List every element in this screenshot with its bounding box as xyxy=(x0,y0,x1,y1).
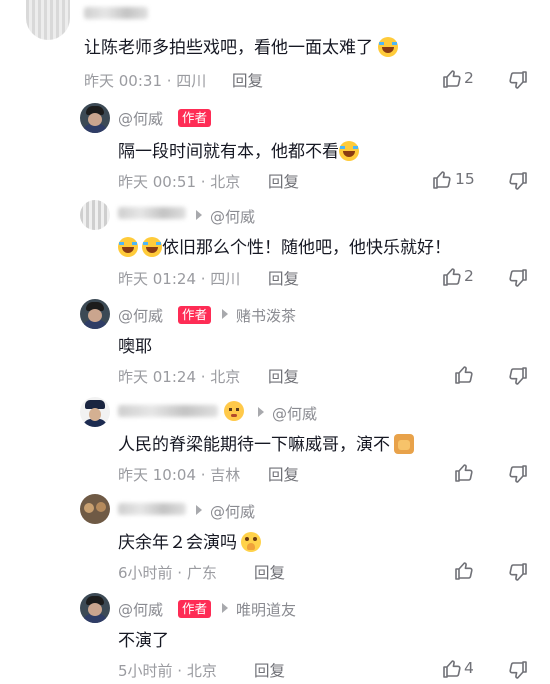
avatar[interactable] xyxy=(80,200,110,230)
reply-button[interactable]: 回复 xyxy=(268,267,299,289)
comment-text: 隔一段时间就有本，他都不看 xyxy=(118,137,359,162)
thumbs-down-icon[interactable] xyxy=(508,464,528,484)
reply-button[interactable]: 回复 xyxy=(268,463,299,485)
reply-target[interactable]: @何威 xyxy=(210,206,255,227)
thumbs-up-icon[interactable] xyxy=(454,463,474,483)
avatar[interactable] xyxy=(80,103,110,133)
author-badge: 作者 xyxy=(178,306,212,324)
comment-meta: 昨天 01:24 · 四川 xyxy=(118,270,241,288)
thumbs-up-icon[interactable] xyxy=(442,659,462,679)
like-count: 2 xyxy=(464,69,474,87)
comment-text: 让陈老师多拍些戏吧，看他一面太难了 xyxy=(84,33,399,58)
reply-button[interactable]: 回复 xyxy=(232,69,263,91)
comment-meta: 5小时前 · 北京 xyxy=(118,662,217,680)
reply-target[interactable]: 唯明道友 xyxy=(236,599,296,620)
thumbs-down-icon[interactable] xyxy=(508,268,528,288)
comment-text: 人民的脊梁能期待一下嘛威哥，演不 xyxy=(118,430,414,455)
username-blurred[interactable] xyxy=(118,207,186,219)
reply-button[interactable]: 回复 xyxy=(254,561,285,583)
reply-target[interactable]: @何威 xyxy=(210,501,255,522)
reply-button[interactable]: 回复 xyxy=(268,170,299,192)
comment-text: 不演了 xyxy=(118,631,169,651)
author-badge: 作者 xyxy=(178,109,212,127)
comment-text: 依旧那么个性！随他吧，他快乐就好！ xyxy=(118,233,451,258)
comment-meta: 6小时前 · 广东 xyxy=(118,564,217,582)
reply-arrow-icon xyxy=(196,210,202,220)
face-emoji-icon xyxy=(224,401,244,421)
reply-target[interactable]: 赌书泼茶 xyxy=(236,305,296,326)
reply-arrow-icon xyxy=(222,309,228,319)
username-blurred[interactable] xyxy=(118,503,186,515)
comment-meta: 昨天 00:51 · 北京 xyxy=(118,173,241,191)
username-blurred[interactable] xyxy=(118,405,218,417)
reply-button[interactable]: 回复 xyxy=(254,659,285,681)
thumbs-up-icon[interactable] xyxy=(454,561,474,581)
avatar[interactable] xyxy=(26,0,70,40)
author-badge: 作者 xyxy=(178,600,212,618)
avatar[interactable] xyxy=(80,494,110,524)
thumbs-down-icon[interactable] xyxy=(508,171,528,191)
like-count: 15 xyxy=(455,170,475,188)
like-count: 4 xyxy=(464,659,474,677)
thumbs-down-icon[interactable] xyxy=(508,660,528,680)
thumbs-up-icon[interactable] xyxy=(442,267,462,287)
username[interactable]: @何威 xyxy=(118,305,163,326)
comment-meta: 昨天 01:24 · 北京 xyxy=(118,368,241,386)
reply-arrow-icon xyxy=(196,505,202,515)
comment-meta: 昨天 10:04 · 吉林 xyxy=(118,466,241,484)
reply-target[interactable]: @何威 xyxy=(272,403,317,424)
laugh-cry-emoji-icon xyxy=(118,237,138,257)
comment-text: 噢耶 xyxy=(118,337,152,357)
thumbs-down-icon[interactable] xyxy=(508,70,528,90)
comment-meta: 昨天 00:31 · 四川 xyxy=(84,72,207,90)
laugh-cry-emoji-icon xyxy=(142,237,162,257)
avatar[interactable] xyxy=(80,397,110,427)
username[interactable]: @何威 xyxy=(118,599,163,620)
laugh-cry-emoji-icon xyxy=(378,37,399,57)
avatar[interactable] xyxy=(80,299,110,329)
avatar[interactable] xyxy=(80,593,110,623)
thumbs-up-icon[interactable] xyxy=(442,69,462,89)
reply-arrow-icon xyxy=(258,407,264,417)
username-blurred[interactable] xyxy=(84,7,148,19)
thumbs-up-icon[interactable] xyxy=(454,365,474,385)
like-count: 2 xyxy=(464,267,474,285)
laugh-cry-emoji-icon xyxy=(339,141,359,161)
pleading-face-emoji-icon xyxy=(241,532,261,552)
comment-text: 庆余年２会演吗 xyxy=(118,528,261,553)
reply-arrow-icon xyxy=(222,603,228,613)
username[interactable]: @何威 xyxy=(118,108,163,129)
reply-button[interactable]: 回复 xyxy=(268,365,299,387)
thumbs-down-icon[interactable] xyxy=(508,562,528,582)
cat-face-emoji-icon xyxy=(394,434,414,454)
thumbs-up-icon[interactable] xyxy=(432,170,452,190)
thumbs-down-icon[interactable] xyxy=(508,366,528,386)
